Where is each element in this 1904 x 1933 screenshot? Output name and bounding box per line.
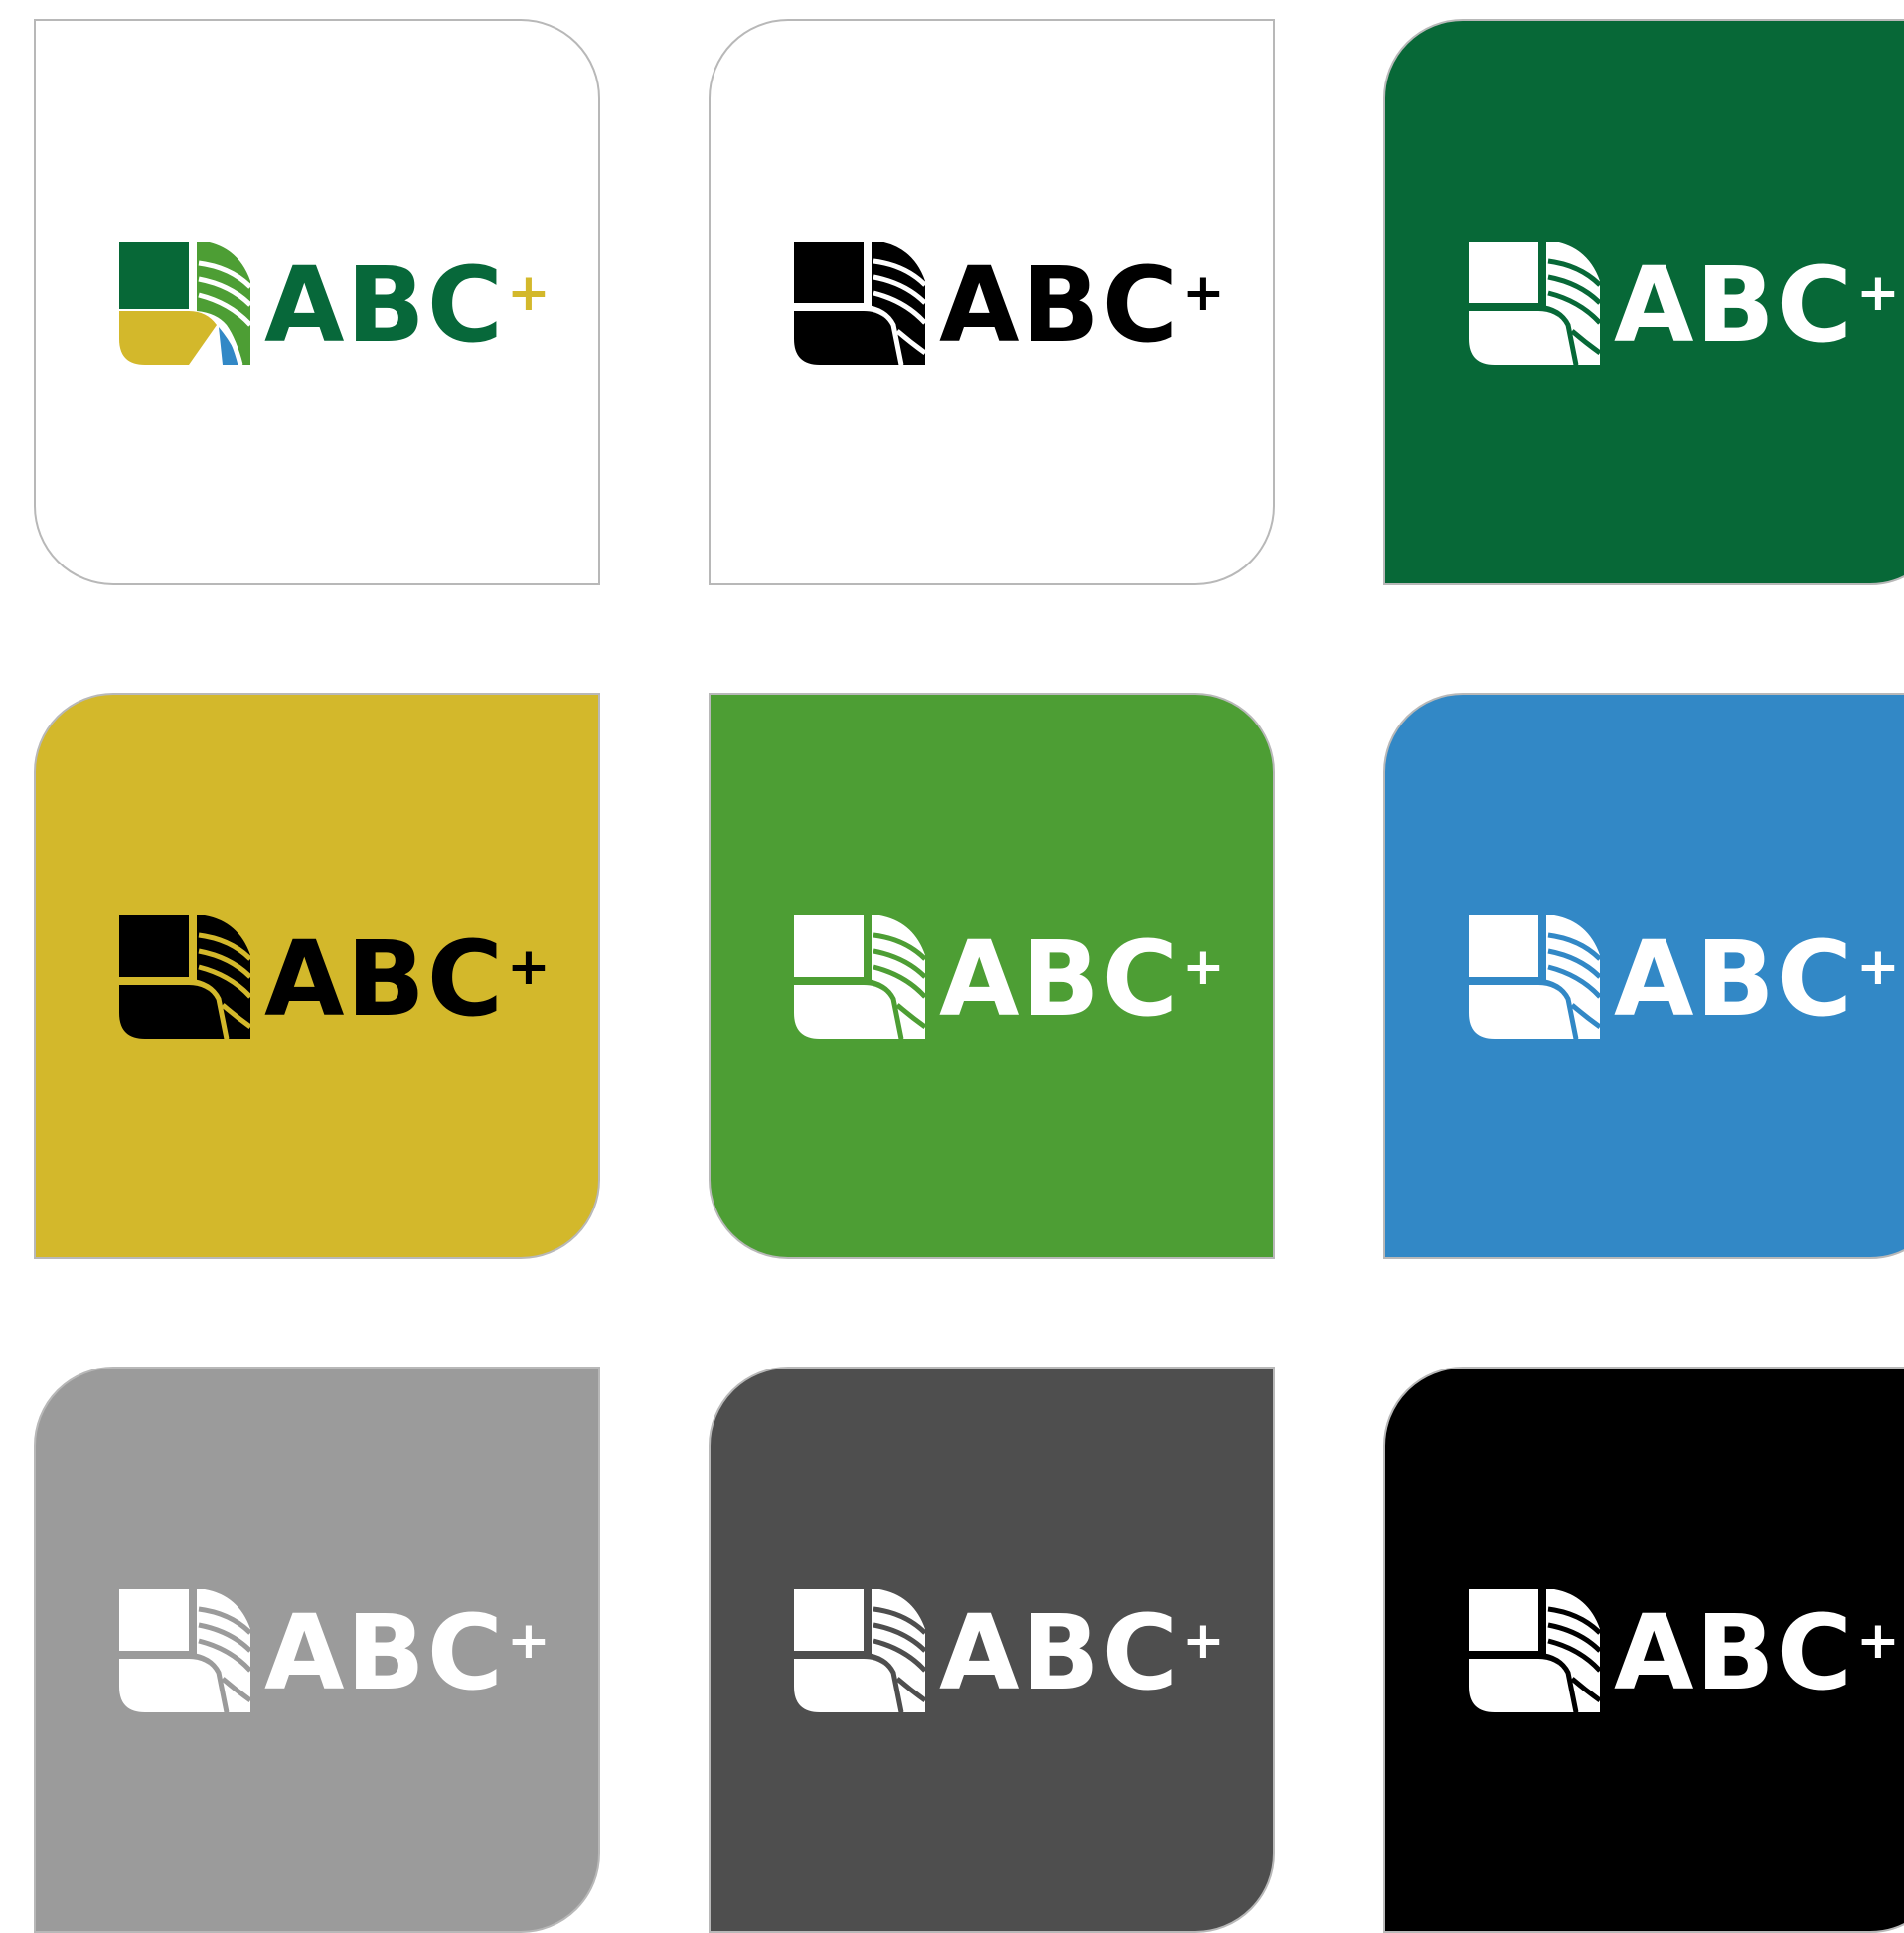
logo-plus: + (1182, 937, 1227, 997)
logo-wordmark: ABC+ (939, 1593, 1227, 1712)
logo-text: ABC (264, 918, 506, 1040)
leaf-field-mark-icon (1469, 242, 1600, 365)
logo-plus: + (1182, 263, 1227, 323)
abc-plus-logo: ABC+ (1469, 1587, 1900, 1714)
logo-tile-white-on-green: ABC+ (709, 693, 1275, 1259)
leaf-field-mark-icon (1469, 915, 1600, 1039)
logo-wordmark: ABC+ (264, 919, 553, 1039)
logo-tile-white-on-dark-gray: ABC+ (709, 1367, 1275, 1933)
logo-tile-full-color: ABC+ (34, 19, 600, 585)
logo-text: ABC (264, 244, 506, 366)
leaf-field-mark-icon (1469, 1589, 1600, 1712)
logo-text: ABC (939, 918, 1181, 1040)
abc-plus-logo: ABC+ (119, 1587, 551, 1714)
logo-plus: + (1856, 937, 1902, 997)
logo-tile-black-on-white: ABC+ (709, 19, 1275, 585)
leaf-field-mark-icon (119, 242, 250, 365)
logo-plus: + (1856, 1611, 1902, 1671)
logo-wordmark: ABC+ (939, 919, 1227, 1039)
logo-wordmark: ABC+ (1614, 245, 1902, 365)
logo-wordmark: ABC+ (264, 245, 553, 365)
abc-plus-logo: ABC+ (1469, 913, 1900, 1041)
logo-text: ABC (1614, 918, 1855, 1040)
abc-plus-logo: ABC+ (119, 913, 551, 1041)
abc-plus-logo: ABC+ (794, 913, 1225, 1041)
leaf-field-mark-icon (119, 915, 250, 1039)
logo-plus: + (507, 1611, 553, 1671)
logo-tile-white-on-black: ABC+ (1383, 1367, 1904, 1933)
logo-wordmark: ABC+ (264, 1593, 553, 1712)
logo-wordmark: ABC+ (939, 245, 1227, 365)
abc-plus-logo: ABC+ (119, 240, 551, 367)
logo-text: ABC (1614, 1592, 1855, 1713)
logo-text: ABC (264, 1592, 506, 1713)
abc-plus-logo: ABC+ (794, 240, 1225, 367)
logo-wordmark: ABC+ (1614, 1593, 1902, 1712)
logo-tile-white-on-blue: ABC+ (1383, 693, 1904, 1259)
logo-tile-black-on-gold: ABC+ (34, 693, 600, 1259)
abc-plus-logo: ABC+ (1469, 240, 1900, 367)
logo-plus: + (507, 263, 553, 323)
logo-tile-white-on-light-gray: ABC+ (34, 1367, 600, 1933)
logo-text: ABC (939, 244, 1181, 366)
leaf-field-mark-icon (794, 1589, 925, 1712)
logo-plus: + (507, 937, 553, 997)
logo-tile-white-on-dark-green: ABC+ (1383, 19, 1904, 585)
logo-plus: + (1182, 1611, 1227, 1671)
logo-wordmark: ABC+ (1614, 919, 1902, 1039)
logo-text: ABC (1614, 244, 1855, 366)
logo-plus: + (1856, 263, 1902, 323)
leaf-field-mark-icon (794, 242, 925, 365)
abc-plus-logo: ABC+ (794, 1587, 1225, 1714)
leaf-field-mark-icon (794, 915, 925, 1039)
leaf-field-mark-icon (119, 1589, 250, 1712)
logo-text: ABC (939, 1592, 1181, 1713)
